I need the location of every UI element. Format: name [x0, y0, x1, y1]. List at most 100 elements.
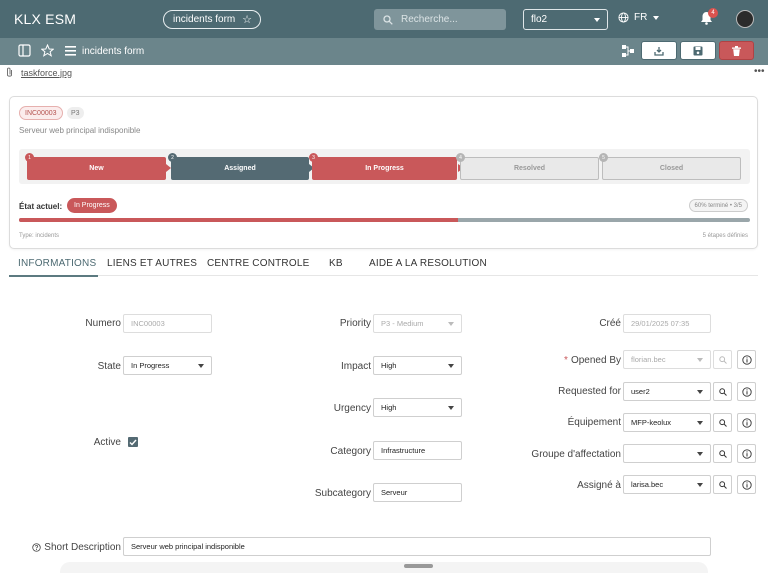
download-icon [654, 46, 664, 56]
equipement-value: MFP-keolux [631, 418, 672, 427]
category-field[interactable]: Infrastructure [373, 441, 462, 460]
user-select[interactable]: flo2 [523, 9, 608, 30]
requested-for-select[interactable]: user2 [623, 382, 711, 401]
user-select-value: flo2 [531, 14, 548, 25]
opened-by-label: * Opened By [490, 355, 621, 366]
search-icon [718, 418, 727, 427]
avatar[interactable] [736, 10, 754, 28]
category-value: Infrastructure [381, 446, 426, 455]
save-button[interactable] [680, 41, 716, 60]
groupe-search-button[interactable] [713, 444, 732, 463]
chevron-down-icon [653, 15, 660, 20]
priority-chip: P3 [67, 107, 84, 119]
cree-field: 29/01/2025 07:35 [623, 314, 711, 333]
current-state-label: État actuel: [19, 202, 63, 211]
star-icon[interactable] [41, 44, 54, 57]
opened-by-search-button[interactable] [713, 350, 732, 369]
subcategory-field[interactable]: Serveur [373, 483, 462, 502]
workflow-stepper: New 1 Assigned 2 In Progress 3 Resolved … [19, 149, 750, 184]
tab-aide-a-la-resolution[interactable]: AIDE A LA RESOLUTION [369, 258, 487, 269]
step-new[interactable]: New [27, 157, 166, 180]
check-icon [129, 439, 137, 446]
search-icon [718, 355, 727, 364]
short-description-field[interactable]: Serveur web principal indisponible [123, 537, 711, 556]
trash-icon [732, 45, 741, 56]
assigne-search-button[interactable] [713, 475, 732, 494]
chevron-down-icon [697, 421, 703, 425]
groupe-info-button[interactable] [737, 444, 756, 463]
help-icon [32, 543, 41, 552]
form-title: incidents form [82, 46, 145, 57]
step-resolved[interactable]: Resolved [460, 157, 599, 180]
equipement-select[interactable]: MFP-keolux [623, 413, 711, 432]
impact-value: High [381, 361, 397, 370]
category-label: Category [330, 446, 371, 457]
info-icon [741, 354, 752, 365]
current-state-chip: In Progress [67, 198, 117, 213]
search-input[interactable]: Recherche... [374, 9, 506, 30]
subcategory-value: Serveur [381, 488, 408, 497]
globe-icon [618, 12, 629, 23]
requested-for-info-button[interactable] [737, 382, 756, 401]
info-icon [741, 479, 752, 490]
equipement-info-button[interactable] [737, 413, 756, 432]
info-icon [741, 386, 752, 397]
opened-by-info-button[interactable] [737, 350, 756, 369]
language-select[interactable]: FR [618, 12, 660, 23]
search-icon [383, 14, 393, 25]
active-checkbox[interactable] [128, 437, 138, 447]
tab-centre-controle[interactable]: CENTRE CONTROLE [207, 258, 309, 269]
step-label: Resolved [513, 165, 546, 172]
impact-select[interactable]: High [373, 356, 462, 375]
bottom-panel-edge [60, 562, 708, 573]
state-label: State [97, 361, 121, 372]
step-closed[interactable]: Closed [602, 157, 741, 180]
equipement-label: Équipement [567, 417, 621, 428]
urgency-label: Urgency [333, 403, 371, 414]
short-description-value: Serveur web principal indisponible [131, 542, 245, 551]
search-icon [718, 387, 727, 396]
incident-summary-card: INC00003 P3 Serveur web principal indisp… [9, 96, 758, 249]
steps-defined-label: 5 étapes définies [702, 233, 748, 239]
info-icon [741, 417, 752, 428]
form-pill[interactable]: incidents form ☆ [163, 10, 261, 29]
chevron-down-icon [594, 18, 600, 22]
chevron-down-icon [697, 452, 703, 456]
priority-value: P3 - Medium [381, 319, 424, 328]
star-icon[interactable]: ☆ [242, 13, 252, 26]
tab-liens-et-autres[interactable]: LIENS ET AUTRES [107, 258, 197, 269]
priority-label: Priority [339, 318, 371, 329]
tab-informations[interactable]: INFORMATIONS [18, 258, 96, 269]
state-select[interactable]: In Progress [123, 356, 212, 375]
tab-kb[interactable]: KB [329, 258, 343, 269]
more-icon[interactable]: ••• [754, 66, 765, 77]
chevron-down-icon [448, 322, 454, 326]
drag-handle[interactable] [404, 564, 433, 568]
equipement-search-button[interactable] [713, 413, 732, 432]
assigne-select[interactable]: larisa.bec [623, 475, 711, 494]
chevron-down-icon [448, 364, 454, 368]
chevron-down-icon [697, 390, 703, 394]
attachment-link[interactable]: taskforce.jpg [21, 68, 72, 78]
assigne-info-button[interactable] [737, 475, 756, 494]
requested-for-search-button[interactable] [713, 382, 732, 401]
groupe-select[interactable] [623, 444, 711, 463]
step-label: New [89, 165, 104, 172]
step-label: Assigned [224, 165, 256, 172]
step-number: 1 [25, 153, 34, 162]
type-label: Type: incidents [19, 233, 60, 239]
download-button[interactable] [641, 41, 677, 60]
menu-icon[interactable] [65, 46, 76, 56]
urgency-select[interactable]: High [373, 398, 462, 417]
progress-chip: 60% terminé • 3/5 [688, 199, 748, 212]
hierarchy-icon[interactable] [622, 45, 634, 57]
delete-button[interactable] [719, 41, 754, 60]
state-value: In Progress [131, 361, 170, 370]
sidebar-toggle-icon[interactable] [18, 44, 31, 57]
subcategory-label: Subcategory [314, 488, 371, 499]
step-in-progress[interactable]: In Progress [312, 157, 457, 180]
short-description-label-text: Short Description [44, 542, 121, 553]
app-title: KLX ESM [14, 11, 77, 27]
urgency-value: High [381, 403, 397, 412]
step-assigned[interactable]: Assigned [171, 157, 309, 180]
